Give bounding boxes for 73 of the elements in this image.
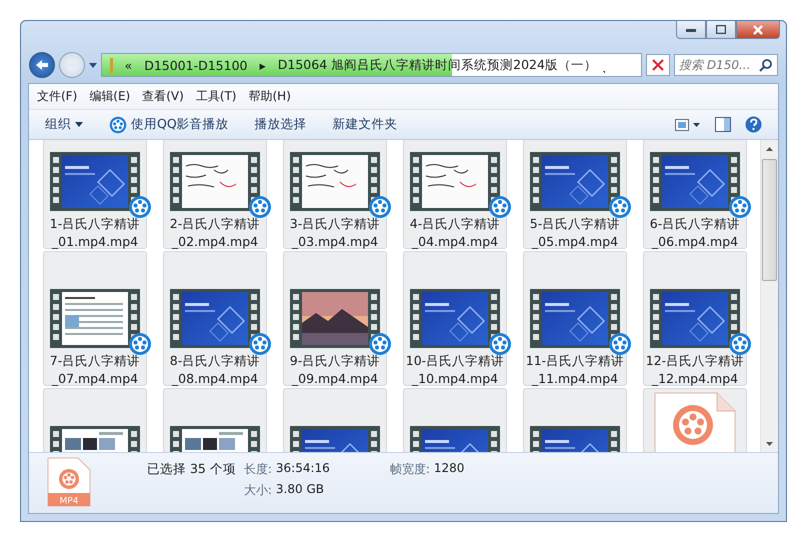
caret-icon <box>75 122 83 127</box>
address-field[interactable]: « D15001-D15100 ▸ D15064 旭阎吕氏八字精讲时间系统预测2024版（一） <box>101 53 642 77</box>
folder-icon <box>110 57 113 73</box>
scroll-down-icon <box>766 442 773 446</box>
preview-pane-icon[interactable] <box>715 117 731 132</box>
play-button[interactable]: 使用QQ影音播放 <box>109 114 229 136</box>
scrollbar[interactable] <box>760 140 778 452</box>
menu-item[interactable]: 帮助(H) <box>248 88 291 105</box>
close-icon <box>753 24 763 34</box>
film-reel-icon <box>59 469 79 489</box>
toolbar-button[interactable]: 播放选择 <box>254 114 307 135</box>
film-reel-icon <box>728 332 752 356</box>
file-type-label: MP4 <box>60 496 78 506</box>
breadcrumb[interactable]: D15001-D15100 <box>144 58 248 72</box>
film-reel-icon <box>368 332 392 356</box>
menu-item[interactable]: 编辑(E) <box>89 88 130 105</box>
menu-item[interactable]: 查看(V) <box>142 88 184 105</box>
file-name: 9-吕氏八字精讲_09.mp4.mp4 <box>288 352 382 388</box>
stop-button[interactable] <box>646 54 670 76</box>
film-reel-icon <box>488 195 512 219</box>
close-button[interactable] <box>736 21 780 39</box>
film-reel-icon <box>728 195 752 219</box>
close-icon <box>652 59 664 71</box>
file-name: 5-吕氏八字精讲_05.mp4.mp4 <box>528 215 622 251</box>
film-reel-icon <box>608 195 632 219</box>
back-arrow-icon <box>35 59 49 71</box>
breadcrumb[interactable]: « <box>124 58 132 72</box>
detail-value: 3.80 GB <box>276 482 324 498</box>
film-reel-icon <box>368 195 392 219</box>
video-file-icon <box>653 391 737 452</box>
breadcrumb[interactable]: D15064 旭阎吕氏八字精讲时间系统预测2024版（一） <box>278 56 597 74</box>
menu-item[interactable]: 工具(T) <box>196 88 236 105</box>
scroll-up-icon <box>766 146 773 150</box>
file-name: 11-吕氏八字精讲_11.mp4.mp4 <box>524 352 626 388</box>
scroll-thumb[interactable] <box>762 159 777 281</box>
organize-menu[interactable]: 组织 <box>45 114 83 135</box>
label-band <box>48 493 90 506</box>
maximize-icon <box>716 25 726 34</box>
caret-icon[interactable] <box>602 70 605 76</box>
file-name: 6-吕氏八字精讲_06.mp4.mp4 <box>648 215 742 251</box>
back-button[interactable] <box>29 52 55 78</box>
file-name: 12-吕氏八字精讲_12.mp4.mp4 <box>644 352 746 388</box>
search-field[interactable]: 搜索 D150... <box>674 54 778 76</box>
film-reel-icon <box>128 332 152 356</box>
file-name: 7-吕氏八字精讲_07.mp4.mp4 <box>48 352 142 388</box>
detail-value: 1280 <box>434 461 464 477</box>
file-name: 8-吕氏八字精讲_08.mp4.mp4 <box>168 352 262 388</box>
menu-item[interactable]: 文件(F) <box>37 88 78 105</box>
film-reel-icon <box>109 116 127 134</box>
view-icon[interactable] <box>675 118 701 130</box>
film-reel-icon <box>248 332 272 356</box>
maximize-button[interactable] <box>706 21 736 39</box>
film-reel-icon <box>128 195 152 219</box>
breadcrumb[interactable]: ▸ <box>260 58 266 72</box>
detail-label: 帧宽度: <box>390 461 430 478</box>
film-reel-icon <box>608 332 632 356</box>
film-reel-icon <box>488 332 512 356</box>
selection-count: 已选择 35 个项 <box>147 461 236 478</box>
search-icon[interactable] <box>759 58 773 72</box>
history-caret-icon[interactable] <box>89 62 97 68</box>
film-reel-icon <box>248 195 272 219</box>
detail-label: 长度: <box>244 461 272 478</box>
help-icon[interactable] <box>745 116 762 133</box>
file-name: 10-吕氏八字精讲_10.mp4.mp4 <box>404 352 506 388</box>
file-name: 4-吕氏八字精讲_04.mp4.mp4 <box>408 215 502 251</box>
detail-label: 大小: <box>244 482 272 499</box>
file-name: 3-吕氏八字精讲_03.mp4.mp4 <box>288 215 382 251</box>
detail-value: 36:54:16 <box>276 461 330 477</box>
minimize-icon <box>686 28 696 32</box>
toolbar-button[interactable]: 新建文件夹 <box>332 114 398 135</box>
minimize-button[interactable] <box>676 21 706 39</box>
file-name: 2-吕氏八字精讲_02.mp4.mp4 <box>168 215 262 251</box>
file-name: 1-吕氏八字精讲_01.mp4.mp4 <box>48 215 142 251</box>
